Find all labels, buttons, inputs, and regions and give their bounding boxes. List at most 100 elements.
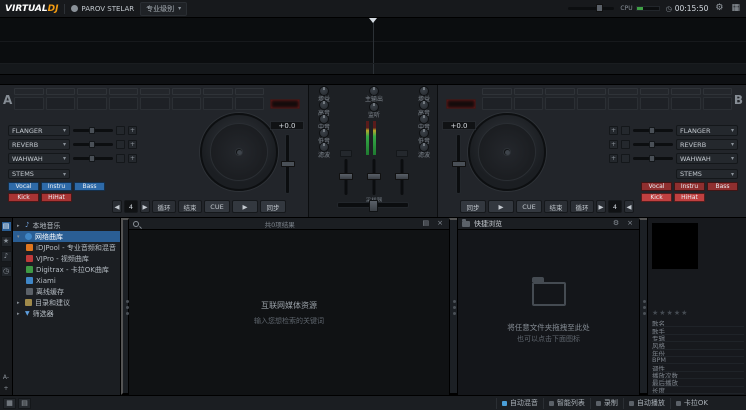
close-button[interactable]: × [435,220,445,227]
karaoke-button[interactable]: 卡拉OK [670,398,713,409]
shortcut-dropzone[interactable]: 将任意文件夹拖拽至此处 也可以点击下面图标 [458,230,639,395]
effect-select[interactable]: WAHWAH▾ [8,153,70,164]
list-options-button[interactable]: ▤ [421,220,432,227]
stems-select[interactable]: STEMS▾ [676,169,738,179]
hotcue-pad[interactable] [514,97,544,110]
jog-wheel[interactable] [200,113,278,191]
rail-favorites-button[interactable]: ★ [1,236,12,247]
loop-exit-button[interactable]: 结束 [544,200,568,213]
pad-mode-button[interactable] [545,88,575,95]
stem-hihat-button[interactable]: HiHat [674,193,705,202]
stem-vocal-button[interactable]: Vocal [641,182,672,191]
stem-bass-button[interactable]: Bass [707,182,738,191]
stem-bass-button[interactable]: Bass [74,182,105,191]
pad-mode-button[interactable] [703,88,733,95]
effect-slider-thumb[interactable] [89,155,95,162]
cue-button[interactable]: CUE [204,200,230,213]
gain-knob-ch1[interactable] [319,86,329,96]
list-view-button[interactable]: ▤ [18,398,31,409]
effect-add-button[interactable]: + [128,126,137,135]
stem-hihat-button[interactable]: HiHat [41,193,72,202]
stem-instru-button[interactable]: Instru [41,182,72,191]
waveform-display[interactable] [0,18,746,64]
pitch-slider[interactable] [456,134,461,194]
sidebar-item-folders[interactable]: ▸ 目录和建议 [13,297,120,308]
autoplay-button[interactable]: 自动播放 [623,398,670,409]
hotcue-pad[interactable] [482,97,512,110]
overview-waveform[interactable] [0,64,746,75]
hotcue-pad[interactable] [703,97,733,110]
effect-select[interactable]: FLANGER▾ [676,125,738,136]
effect-toggle-button[interactable] [621,154,630,163]
eq-low-knob-ch2[interactable] [419,128,429,138]
hotcue-pad[interactable] [46,97,76,110]
options-button[interactable]: ⚙ [611,220,621,227]
pad-mode-button[interactable] [14,88,44,95]
layout-select[interactable]: 专业级别 ▾ [140,2,187,16]
pad-mode-button[interactable] [140,88,170,95]
pad-mode-button[interactable] [77,88,107,95]
effect-add-button[interactable]: + [609,126,618,135]
rail-history-button[interactable]: ◷ [1,266,12,277]
pitch-slider[interactable] [285,134,290,194]
effect-amount-slider[interactable] [633,129,673,132]
eq-high-knob-ch1[interactable] [319,100,329,110]
close-button[interactable]: × [625,220,635,227]
hotcue-pad[interactable] [671,97,701,110]
automix-button[interactable]: 自动混音 [496,398,543,409]
effect-amount-slider[interactable] [73,143,113,146]
hotcue-pad[interactable] [172,97,202,110]
effect-amount-slider[interactable] [73,129,113,132]
effect-amount-slider[interactable] [633,157,673,160]
sidebar-item-idjpool[interactable]: iDJPool - 专业音频和混音 [13,242,120,253]
effect-toggle-button[interactable] [116,154,125,163]
pad-mode-button[interactable] [608,88,638,95]
effect-toggle-button[interactable] [116,126,125,135]
pad-mode-button[interactable] [235,88,265,95]
effect-add-button[interactable]: + [128,154,137,163]
loop-button[interactable]: 循环 [570,200,594,213]
sampler-fader[interactable] [367,159,381,195]
hotcue-pad[interactable] [608,97,638,110]
loop-half-button[interactable]: ◀ [624,200,634,213]
sidebar-item-xiami[interactable]: Xiami [13,275,120,286]
pitch-slider-thumb[interactable] [452,161,466,167]
effect-toggle-button[interactable] [621,126,630,135]
expander-icon[interactable]: ▸ [17,300,22,306]
side-tab-right[interactable] [639,218,647,395]
channel-fader-1[interactable] [339,159,353,195]
pad-mode-button[interactable] [109,88,139,95]
effect-select[interactable]: WAHWAH▾ [676,153,738,164]
effect-add-button[interactable]: + [128,140,137,149]
effect-select[interactable]: REVERB▾ [8,139,70,150]
expander-icon[interactable]: ▸ [17,223,22,229]
pad-mode-button[interactable] [46,88,76,95]
play-button[interactable]: ▶ [488,200,514,213]
hotcue-pad[interactable] [545,97,575,110]
master-volume-thumb[interactable] [596,4,603,12]
stem-vocal-button[interactable]: Vocal [8,182,39,191]
pad-mode-button[interactable] [640,88,670,95]
stem-kick-button[interactable]: Kick [641,193,672,202]
loop-button[interactable]: 循环 [152,200,176,213]
gain-knob-ch2[interactable] [419,86,429,96]
side-tab-right[interactable] [449,218,457,395]
stems-select[interactable]: STEMS▾ [8,169,70,179]
stem-kick-button[interactable]: Kick [8,193,39,202]
sidebar-item-vjpro[interactable]: VJPro - 视频曲库 [13,253,120,264]
pad-mode-button[interactable] [203,88,233,95]
search-icon[interactable] [133,221,139,227]
effect-toggle-button[interactable] [116,140,125,149]
jog-wheel[interactable] [468,113,546,191]
effect-select[interactable]: REVERB▾ [676,139,738,150]
expander-icon[interactable]: ▸ [17,311,22,317]
effect-slider-thumb[interactable] [649,141,655,148]
crossfader-thumb[interactable] [369,200,378,212]
sync-button[interactable]: 同步 [460,200,486,213]
loop-half-button[interactable]: ◀ [112,200,122,213]
hotcue-pad[interactable] [109,97,139,110]
hotcue-pad[interactable] [640,97,670,110]
master-volume-slider[interactable] [568,7,614,10]
pad-mode-button[interactable] [172,88,202,95]
filter-knob-ch1[interactable] [319,142,329,152]
